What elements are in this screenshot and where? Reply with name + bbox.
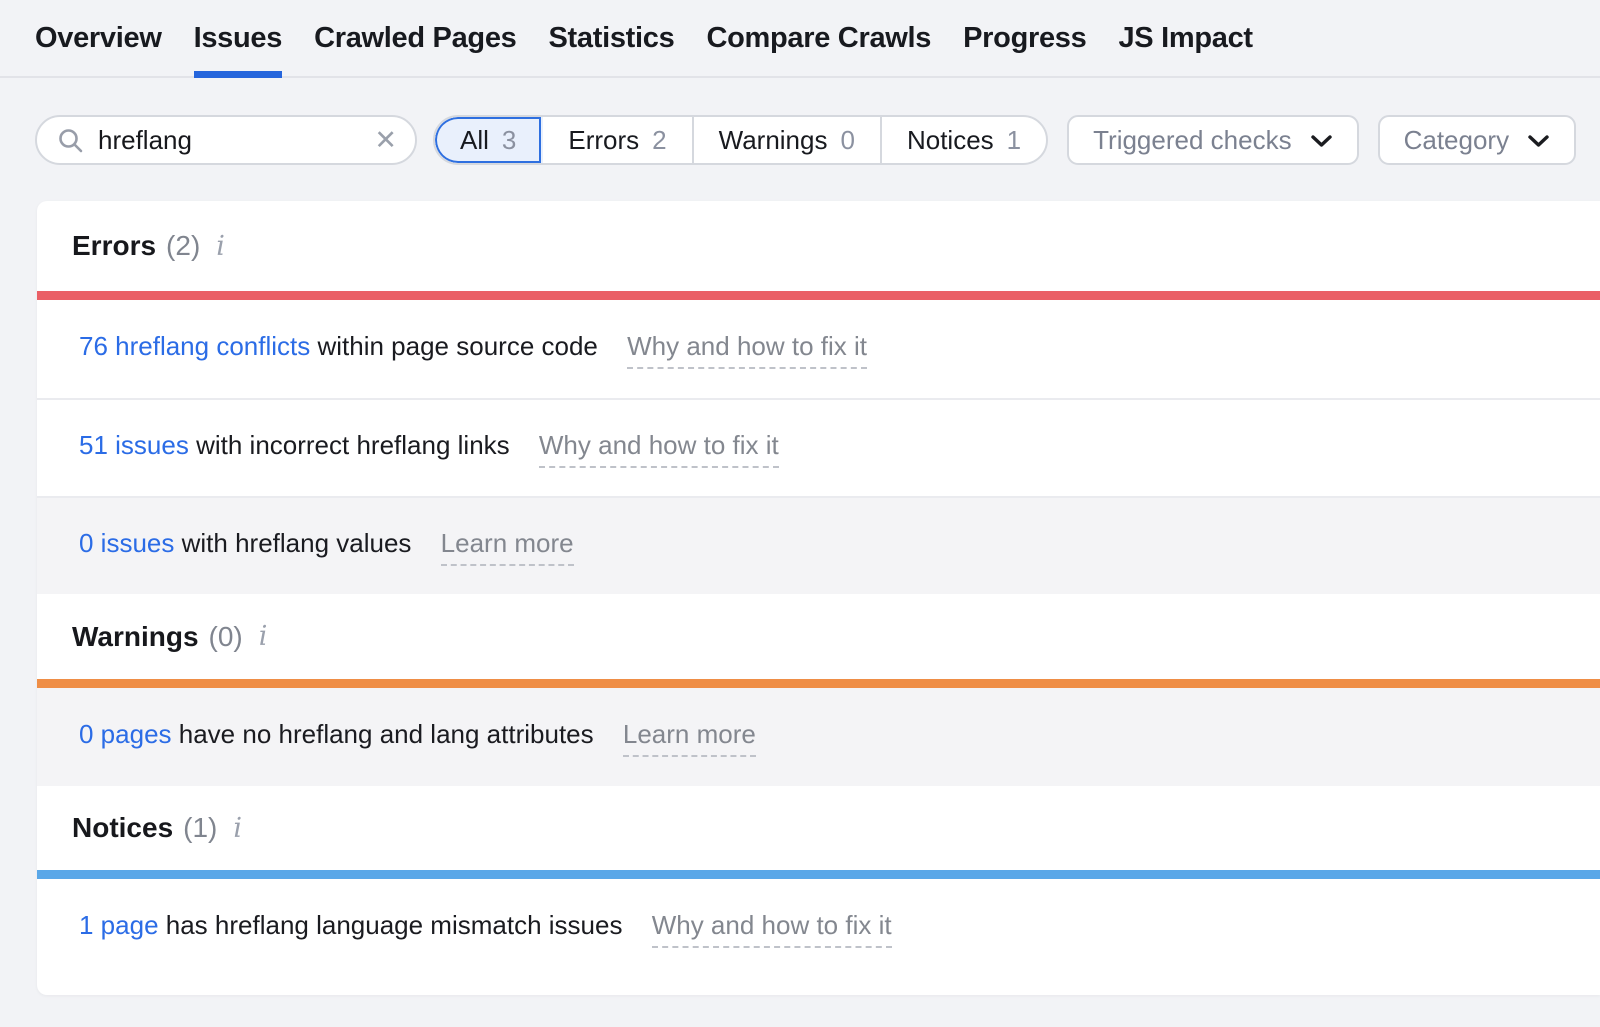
filter-count: 2 <box>652 125 666 156</box>
learn-more-link[interactable]: Learn more <box>623 717 756 757</box>
why-how-to-fix-link[interactable]: Why and how to fix it <box>627 329 867 369</box>
issue-text: with hreflang values <box>182 528 412 558</box>
issue-row: 0 issues with hreflang values Learn more <box>37 496 1600 594</box>
section-errors: Errors (2) i 76 hreflang conflicts withi… <box>37 201 1600 594</box>
chevron-down-icon <box>1310 134 1333 149</box>
filter-label: All <box>460 125 489 156</box>
tab-issues[interactable]: Issues <box>194 0 283 76</box>
issue-row: 51 issues with incorrect hreflang links … <box>37 398 1600 496</box>
filter-warnings[interactable]: Warnings 0 <box>694 117 882 163</box>
issue-search-box[interactable]: ✕ <box>35 115 417 165</box>
tab-label: Statistics <box>549 22 675 55</box>
filter-count: 3 <box>502 125 516 156</box>
info-icon[interactable]: i <box>259 621 268 652</box>
triggered-checks-dropdown[interactable]: Triggered checks <box>1067 115 1358 165</box>
issue-text: has hreflang language mismatch issues <box>166 910 623 940</box>
search-input[interactable] <box>98 125 374 156</box>
filter-label: Notices <box>907 125 994 156</box>
tab-label: JS Impact <box>1118 22 1252 55</box>
filter-label: Errors <box>568 125 639 156</box>
section-count: (1) <box>183 812 217 844</box>
section-warnings: Warnings (0) i 0 pages have no hreflang … <box>37 594 1600 786</box>
why-how-to-fix-link[interactable]: Why and how to fix it <box>652 908 892 948</box>
filter-count: 1 <box>1007 125 1021 156</box>
tab-progress[interactable]: Progress <box>963 0 1086 76</box>
tab-label: Overview <box>35 22 162 55</box>
active-tab-indicator <box>194 71 283 78</box>
issue-link[interactable]: 1 page <box>79 910 159 940</box>
dropdown-label: Category <box>1404 125 1510 156</box>
section-title: Warnings <box>72 621 199 653</box>
category-dropdown[interactable]: Category <box>1378 115 1577 165</box>
section-title: Notices <box>72 812 173 844</box>
chevron-down-icon <box>1527 134 1550 149</box>
section-title: Errors <box>72 230 156 262</box>
errors-severity-bar <box>37 291 1600 300</box>
warnings-severity-bar <box>37 679 1600 688</box>
section-header: Notices (1) i <box>37 786 1600 870</box>
audit-tab-bar: Overview Issues Crawled Pages Statistics… <box>0 0 1600 78</box>
dropdown-label: Triggered checks <box>1093 125 1291 156</box>
tab-overview[interactable]: Overview <box>35 0 162 76</box>
tab-js-impact[interactable]: JS Impact <box>1118 0 1252 76</box>
issue-link[interactable]: 51 issues <box>79 430 189 460</box>
issue-link[interactable]: 0 pages <box>79 719 172 749</box>
search-icon <box>57 127 84 154</box>
issue-link[interactable]: 76 hreflang conflicts <box>79 331 310 361</box>
issue-row: 0 pages have no hreflang and lang attrib… <box>37 688 1600 786</box>
section-header: Errors (2) i <box>37 201 1600 291</box>
section-count: (2) <box>166 230 200 262</box>
tab-label: Issues <box>194 22 283 55</box>
filter-all[interactable]: All 3 <box>435 117 543 163</box>
issues-list-card: Errors (2) i 76 hreflang conflicts withi… <box>37 201 1600 995</box>
filter-notices[interactable]: Notices 1 <box>882 117 1046 163</box>
filter-errors[interactable]: Errors 2 <box>543 117 693 163</box>
section-notices: Notices (1) i 1 page has hreflang langua… <box>37 786 1600 977</box>
section-count: (0) <box>209 621 243 653</box>
tab-label: Compare Crawls <box>706 22 931 55</box>
issue-row: 1 page has hreflang language mismatch is… <box>37 879 1600 977</box>
info-icon[interactable]: i <box>233 813 242 844</box>
tab-statistics[interactable]: Statistics <box>549 0 675 76</box>
issue-link[interactable]: 0 issues <box>79 528 174 558</box>
tab-compare-crawls[interactable]: Compare Crawls <box>706 0 931 76</box>
why-how-to-fix-link[interactable]: Why and how to fix it <box>539 428 779 468</box>
clear-search-icon[interactable]: ✕ <box>374 127 397 154</box>
tab-label: Crawled Pages <box>314 22 516 55</box>
section-header: Warnings (0) i <box>37 594 1600 679</box>
filter-count: 0 <box>840 125 854 156</box>
issue-text: with incorrect hreflang links <box>196 430 510 460</box>
filter-label: Warnings <box>719 125 828 156</box>
issue-row: 76 hreflang conflicts within page source… <box>37 300 1600 398</box>
issues-filter-toolbar: ✕ All 3 Errors 2 Warnings 0 Notices 1 Tr… <box>35 115 1600 165</box>
tab-crawled-pages[interactable]: Crawled Pages <box>314 0 516 76</box>
issue-text: within page source code <box>317 331 597 361</box>
info-icon[interactable]: i <box>216 231 225 262</box>
learn-more-link[interactable]: Learn more <box>441 526 574 566</box>
severity-filter: All 3 Errors 2 Warnings 0 Notices 1 <box>433 115 1048 165</box>
notices-severity-bar <box>37 870 1600 879</box>
tab-label: Progress <box>963 22 1086 55</box>
issue-text: have no hreflang and lang attributes <box>179 719 594 749</box>
